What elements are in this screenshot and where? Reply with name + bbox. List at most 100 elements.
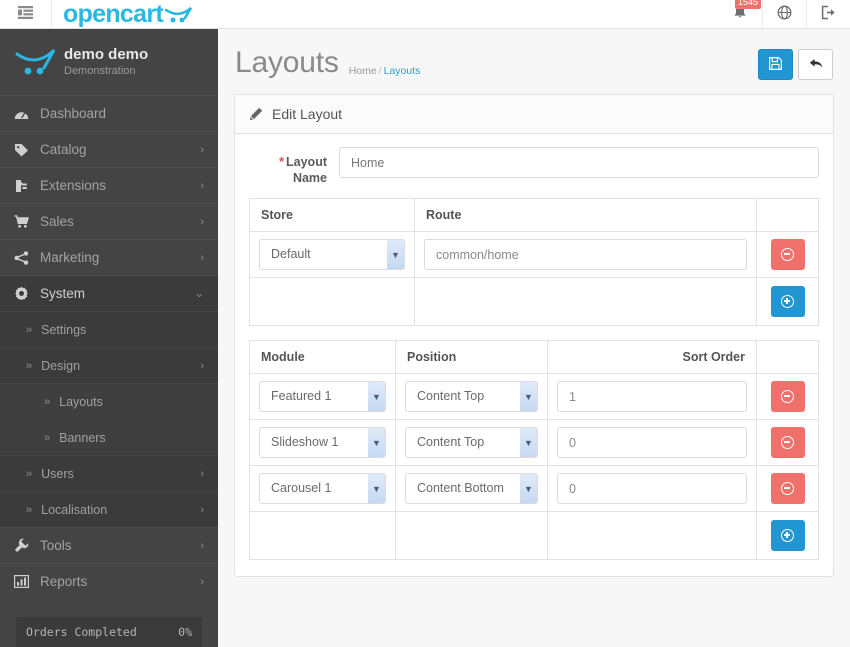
sort-order-input[interactable] [557, 473, 747, 504]
sidebar-item-caret: › [200, 539, 204, 552]
route-add-row [249, 277, 819, 326]
wrench-icon [14, 538, 40, 553]
sidebar-item-system[interactable]: System ⌄ [0, 275, 218, 311]
brand-name: opencart [63, 0, 164, 28]
sidebar-item-reports[interactable]: Reports › [0, 563, 218, 599]
minus-circle-icon [781, 482, 794, 495]
module-select[interactable]: Featured 1 ▼ [259, 381, 386, 412]
page-header-actions [758, 46, 833, 80]
module-table-header-position: Position [395, 340, 548, 374]
sidebar-item-sales[interactable]: Sales › [0, 203, 218, 239]
position-cell: Content Top ▼ [395, 419, 548, 466]
sidebar-item-design[interactable]: » Design › [0, 347, 218, 383]
sidebar-item-label: Sales [40, 214, 74, 229]
pencil-icon [249, 107, 263, 121]
module-select[interactable]: Carousel 1 ▼ [259, 473, 386, 504]
sidebar-item-marketing[interactable]: Marketing › [0, 239, 218, 275]
notifications-button[interactable]: 1545 [718, 0, 762, 28]
bar-chart-icon [14, 575, 40, 588]
sidebar-item-caret: › [200, 467, 204, 480]
table-row: Featured 1 ▼ Content Top ▼ [249, 373, 819, 420]
add-module-button[interactable] [770, 520, 805, 551]
shopping-cart-icon [14, 215, 40, 228]
store-select[interactable]: Default ▼ [259, 239, 405, 270]
save-button[interactable] [758, 49, 793, 80]
chevron-double-right-icon: » [44, 395, 51, 408]
sidebar-item-label: Layouts [59, 394, 103, 409]
sidebar-item-tools[interactable]: Tools › [0, 527, 218, 563]
module-cell: Slideshow 1 ▼ [249, 419, 396, 466]
header-actions: 1545 [718, 0, 850, 28]
chevron-down-icon: ▼ [520, 428, 537, 457]
position-select-value: Content Bottom [417, 481, 504, 495]
position-select-value: Content Top [417, 435, 485, 449]
sidebar-item-label: Design [41, 358, 81, 373]
progress-value: 0% [178, 625, 192, 639]
route-path-cell [414, 231, 757, 278]
sort-order-input[interactable] [557, 381, 747, 412]
sidebar-item-label: Extensions [40, 178, 107, 193]
sidebar-item-caret: › [200, 359, 204, 372]
route-table-header-actions [756, 198, 819, 232]
module-actions-cell [756, 373, 819, 420]
cart-avatar-icon [14, 45, 58, 79]
progress-label: Orders Completed [26, 625, 137, 639]
store-front-button[interactable] [762, 0, 806, 28]
sidebar-item-settings[interactable]: » Settings [0, 311, 218, 347]
back-button[interactable] [798, 49, 833, 80]
table-row: Default ▼ [249, 231, 819, 278]
module-add-row [249, 511, 819, 560]
sidebar-item-dashboard[interactable]: Dashboard [0, 95, 218, 131]
remove-module-button[interactable] [770, 427, 805, 458]
module-select-value: Carousel 1 [271, 481, 332, 495]
chevron-double-right-icon: » [26, 503, 33, 516]
sidebar-item-banners[interactable]: » Banners [0, 419, 218, 455]
plus-circle-icon [781, 529, 794, 542]
breadcrumb-home[interactable]: Home [349, 65, 377, 77]
sidebar-item-caret: › [200, 179, 204, 192]
edit-layout-panel: Edit Layout *Layout Name Store Route [234, 94, 834, 577]
sidebar-item-label: System [40, 286, 86, 301]
sidebar-toggle-button[interactable] [0, 0, 52, 28]
minus-circle-icon [781, 436, 794, 449]
route-table-header-store: Store [249, 198, 415, 232]
route-table: Store Route Default ▼ [249, 198, 819, 326]
sidebar-item-label: Tools [40, 538, 72, 553]
route-table-header-route: Route [414, 198, 757, 232]
table-row: Slideshow 1 ▼ Content Top ▼ [249, 419, 819, 466]
remove-route-button[interactable] [770, 239, 805, 270]
module-select[interactable]: Slideshow 1 ▼ [259, 427, 386, 458]
position-select[interactable]: Content Bottom ▼ [405, 473, 538, 504]
sidebar-item-catalog[interactable]: Catalog › [0, 131, 218, 167]
page-title: Layouts [235, 46, 339, 79]
sidebar-item-users[interactable]: » Users › [0, 455, 218, 491]
breadcrumb-layouts[interactable]: Layouts [384, 65, 421, 77]
sidebar-item-extensions[interactable]: Extensions › [0, 167, 218, 203]
module-add-spacer-module [249, 511, 396, 560]
layout-name-input[interactable] [339, 147, 819, 178]
sidebar-item-layouts[interactable]: » Layouts [0, 383, 218, 419]
route-input[interactable] [424, 239, 747, 270]
sort-order-cell [547, 373, 757, 420]
notification-count-badge: 1545 [735, 0, 762, 9]
plus-circle-icon [781, 295, 794, 308]
sidebar-item-caret: › [200, 575, 204, 588]
sidebar-item-localisation[interactable]: » Localisation › [0, 491, 218, 527]
module-table-header-actions [756, 340, 819, 374]
chevron-down-icon: ▼ [368, 428, 385, 457]
add-route-button[interactable] [770, 286, 805, 317]
logout-button[interactable] [806, 0, 850, 28]
remove-module-button[interactable] [770, 473, 805, 504]
position-select[interactable]: Content Top ▼ [405, 381, 538, 412]
top-header-bar: opencart 1545 [0, 0, 850, 29]
position-select[interactable]: Content Top ▼ [405, 427, 538, 458]
remove-module-button[interactable] [770, 381, 805, 412]
brand-logo[interactable]: opencart [52, 0, 193, 28]
chevron-double-right-icon: » [26, 359, 33, 372]
sort-order-input[interactable] [557, 427, 747, 458]
sidebar-item-label: Users [41, 466, 74, 481]
route-add-spacer-route [414, 277, 757, 326]
module-select-value: Featured 1 [271, 389, 332, 403]
module-select-value: Slideshow 1 [271, 435, 339, 449]
sidebar-item-label: Settings [41, 322, 87, 337]
